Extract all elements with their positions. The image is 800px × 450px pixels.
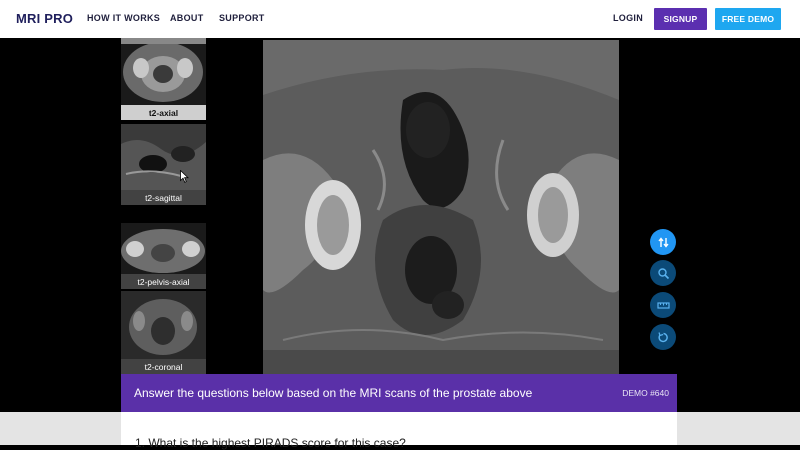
mouse-cursor-icon	[180, 170, 189, 183]
swap-vert-tool-button[interactable]	[650, 229, 676, 255]
signup-button[interactable]: SIGNUP	[654, 8, 707, 30]
question-card: 1. What is the highest PIRADS score for …	[121, 412, 677, 450]
nav-how-it-works[interactable]: HOW IT WORKS	[87, 13, 160, 23]
t2-pelvis-axial-image	[121, 223, 206, 274]
mri-scan-viewport[interactable]	[263, 40, 619, 374]
nav-support[interactable]: SUPPORT	[219, 13, 265, 23]
reset-icon	[657, 331, 668, 342]
thumbnail-label: t2-axial	[121, 105, 206, 120]
t2-axial-image	[121, 38, 206, 105]
thumbnail-t2-coronal[interactable]: t2-coronal	[121, 291, 206, 374]
zoom-icon	[657, 267, 669, 279]
question-section: 1. What is the highest PIRADS score for …	[0, 412, 800, 450]
instruction-text: Answer the questions below based on the …	[134, 386, 533, 400]
instruction-banner: Answer the questions below based on the …	[121, 374, 677, 412]
reset-tool-button[interactable]	[650, 324, 676, 350]
swap-vert-icon	[657, 236, 669, 248]
thumbnail-label: t2-coronal	[121, 359, 206, 374]
t2-sagittal-image	[121, 124, 206, 190]
viewer-stage: t2-axial t2-sagittal t2-pelvis-axial t2-…	[0, 38, 800, 412]
t2-coronal-image	[121, 291, 206, 359]
logo[interactable]: MRI PRO	[16, 11, 73, 26]
thumbnail-t2-sagittal[interactable]: t2-sagittal	[121, 124, 206, 205]
demo-id-label: DEMO #640	[622, 388, 669, 398]
top-navbar: MRI PRO HOW IT WORKS ABOUT SUPPORT LOGIN…	[0, 0, 800, 38]
thumbnail-t2-pelvis-axial[interactable]: t2-pelvis-axial	[121, 223, 206, 289]
zoom-tool-button[interactable]	[650, 260, 676, 286]
mri-scan-image	[263, 40, 619, 374]
free-demo-button[interactable]: FREE DEMO	[715, 8, 781, 30]
thumbnail-t2-axial[interactable]: t2-axial	[121, 38, 206, 120]
nav-about[interactable]: ABOUT	[170, 13, 204, 23]
thumbnail-label: t2-pelvis-axial	[121, 274, 206, 289]
question-text: 1. What is the highest PIRADS score for …	[135, 436, 406, 450]
login-link[interactable]: LOGIN	[613, 13, 643, 23]
ruler-tool-button[interactable]	[650, 292, 676, 318]
ruler-icon	[656, 301, 670, 309]
series-thumbnail-strip: t2-axial t2-sagittal t2-pelvis-axial t2-…	[121, 38, 288, 374]
thumbnail-label: t2-sagittal	[121, 190, 206, 205]
